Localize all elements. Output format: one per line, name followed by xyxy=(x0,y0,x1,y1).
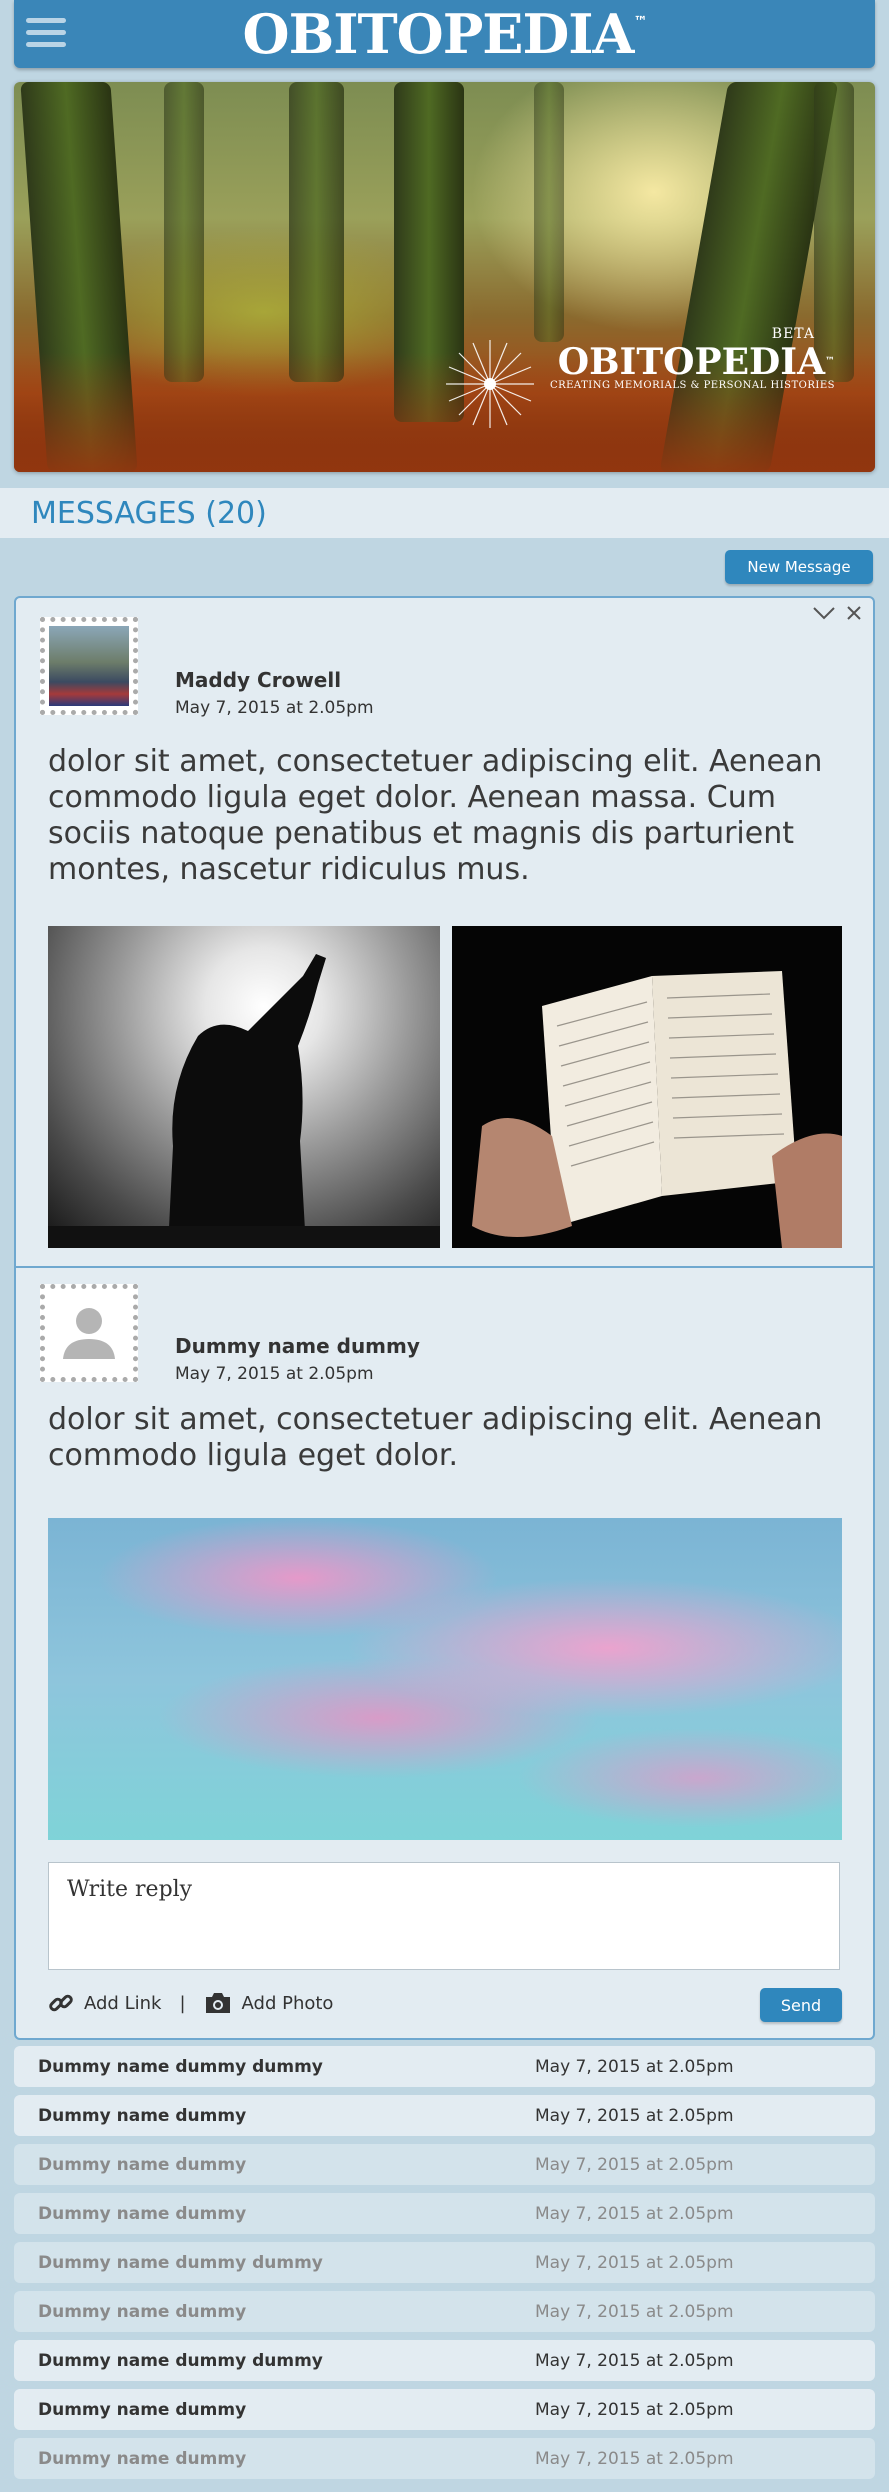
list-item[interactable]: Dummy name dummy dummy May 7, 2015 at 2.0… xyxy=(14,2242,875,2283)
message-text: dolor sit amet, consectetuer adipiscing … xyxy=(48,744,823,887)
default-user-icon xyxy=(63,1308,115,1359)
list-item-date: May 7, 2015 at 2.05pm xyxy=(535,2399,734,2420)
add-photo-button[interactable]: Add Photo xyxy=(204,1991,334,2015)
list-item-date: May 7, 2015 at 2.05pm xyxy=(535,2448,734,2469)
raised-hand-silhouette xyxy=(48,954,440,1248)
messages-header: MESSAGES (20) xyxy=(0,488,889,538)
action-separator: | xyxy=(179,1992,186,2014)
message-thread: Maddy Crowell May 7, 2015 at 2.05pm dolo… xyxy=(14,596,875,2040)
tree-trunk xyxy=(534,82,564,342)
list-item-date: May 7, 2015 at 2.05pm xyxy=(535,2105,734,2126)
list-item-date: May 7, 2015 at 2.05pm xyxy=(535,2252,734,2273)
list-item-name: Dummy name dummy xyxy=(38,2448,247,2469)
add-photo-label: Add Photo xyxy=(241,1992,334,2014)
conversation-list: Dummy name dummy dummy May 7, 2015 at 2.0… xyxy=(14,2046,875,2487)
list-item-name: Dummy name dummy dummy xyxy=(38,2350,323,2371)
list-item-name: Dummy name dummy xyxy=(38,2203,247,2224)
app-logo[interactable]: OBITOPEDIA™ xyxy=(14,2,875,66)
hero-trademark: ™ xyxy=(825,356,835,367)
dandelion-icon xyxy=(445,340,534,428)
list-item-date: May 7, 2015 at 2.05pm xyxy=(535,2056,734,2077)
list-item[interactable]: Dummy name dummy dummy May 7, 2015 at 2.0… xyxy=(14,2046,875,2087)
hero-logo-name: OBITOPEDIA xyxy=(557,341,825,383)
message-photo[interactable] xyxy=(48,926,440,1248)
trademark-mark: ™ xyxy=(633,14,647,30)
list-item-date: May 7, 2015 at 2.05pm xyxy=(535,2203,734,2224)
thread-message: Maddy Crowell May 7, 2015 at 2.05pm dolo… xyxy=(16,598,873,1266)
send-button[interactable]: Send xyxy=(760,1988,842,2022)
avatar-photo xyxy=(49,626,129,706)
messages-title: MESSAGES (20) xyxy=(31,496,267,531)
message-photo[interactable] xyxy=(452,926,842,1248)
list-item-name: Dummy name dummy xyxy=(38,2399,247,2420)
author-name[interactable]: Maddy Crowell xyxy=(175,668,341,692)
tree-trunk xyxy=(164,82,204,382)
list-item-date: May 7, 2015 at 2.05pm xyxy=(535,2154,734,2175)
author-name[interactable]: Dummy name dummy xyxy=(175,1334,420,1358)
reply-actions: Add Link | Add Photo xyxy=(48,1990,333,2016)
list-item[interactable]: Dummy name dummy May 7, 2015 at 2.05pm xyxy=(14,2291,875,2332)
avatar xyxy=(40,1284,138,1382)
camera-icon xyxy=(205,1993,230,2013)
list-item-name: Dummy name dummy dummy xyxy=(38,2056,323,2077)
open-book-image xyxy=(472,971,842,1248)
tree-trunk xyxy=(289,82,344,382)
list-item[interactable]: Dummy name dummy dummy May 7, 2015 at 2.0… xyxy=(14,2340,875,2381)
list-item[interactable]: Dummy name dummy May 7, 2015 at 2.05pm xyxy=(14,2144,875,2185)
add-link-label: Add Link xyxy=(84,1992,162,2014)
list-item[interactable]: Dummy name dummy May 7, 2015 at 2.05pm xyxy=(14,2389,875,2430)
list-item-date: May 7, 2015 at 2.05pm xyxy=(535,2301,734,2322)
beta-badge: BETA xyxy=(771,326,815,342)
list-item-date: May 7, 2015 at 2.05pm xyxy=(535,2350,734,2371)
app-title: OBITOPEDIA xyxy=(242,2,635,66)
avatar xyxy=(40,617,138,715)
new-message-button[interactable]: New Message xyxy=(725,550,873,584)
message-photo[interactable] xyxy=(48,1518,842,1840)
message-date: May 7, 2015 at 2.05pm xyxy=(175,1364,374,1384)
hero-banner: BETA OBITOPEDIA™ CREATING MEMORIALS & PE… xyxy=(14,82,875,472)
list-item-name: Dummy name dummy xyxy=(38,2301,247,2322)
reply-input[interactable] xyxy=(48,1862,840,1970)
link-icon xyxy=(49,1994,73,2012)
hero-tagline: CREATING MEMORIALS & PERSONAL HISTORIES xyxy=(549,380,835,391)
message-date: May 7, 2015 at 2.05pm xyxy=(175,698,374,718)
list-item[interactable]: Dummy name dummy May 7, 2015 at 2.05pm xyxy=(14,2438,875,2479)
list-item-name: Dummy name dummy xyxy=(38,2105,247,2126)
top-bar: OBITOPEDIA™ xyxy=(14,0,875,68)
list-item[interactable]: Dummy name dummy May 7, 2015 at 2.05pm xyxy=(14,2193,875,2234)
add-link-button[interactable]: Add Link xyxy=(48,1990,161,2016)
hero-logo: BETA OBITOPEDIA™ CREATING MEMORIALS & PE… xyxy=(445,326,835,428)
list-item-name: Dummy name dummy dummy xyxy=(38,2252,323,2273)
tree-trunk xyxy=(814,82,854,382)
list-item-name: Dummy name dummy xyxy=(38,2154,247,2175)
list-item[interactable]: Dummy name dummy May 7, 2015 at 2.05pm xyxy=(14,2095,875,2136)
message-text: dolor sit amet, consectetuer adipiscing … xyxy=(48,1402,823,1473)
